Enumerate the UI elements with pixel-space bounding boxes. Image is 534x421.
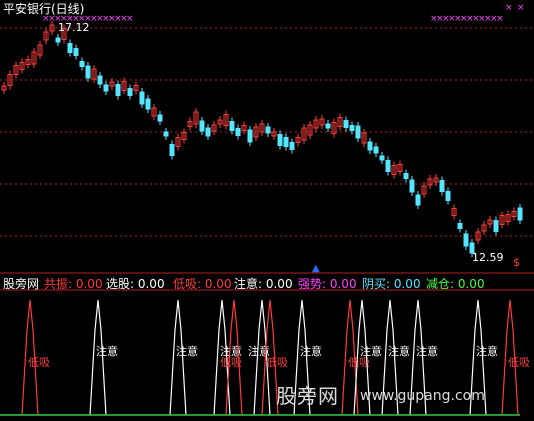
indicator-item[interactable]: 低吸: 0.00 — [173, 275, 232, 292]
signal-label: 低吸 — [220, 356, 242, 369]
candle-body — [55, 37, 61, 43]
candle-body — [247, 129, 253, 143]
candle-body — [403, 173, 409, 179]
high-price-label: 17.12 — [58, 21, 90, 34]
candle-body — [325, 123, 331, 129]
candle-body — [385, 160, 391, 172]
chart-canvas: ××××××××××××××× ××××××××××××× × 低吸注意 注意 注意低吸… — [0, 3, 534, 416]
signal-x-mark: × — [126, 14, 134, 24]
candle-body — [97, 75, 103, 85]
candle-body — [289, 142, 295, 150]
candle-body — [349, 125, 355, 131]
signal-label: 注意 — [176, 344, 198, 358]
signal-x-mark: × — [517, 3, 525, 13]
signal-x-mark: × — [496, 14, 504, 24]
candle-body — [463, 233, 469, 247]
candle-body — [163, 131, 169, 137]
candle-body — [283, 137, 289, 147]
indicator-item[interactable]: 强势: 0.00 — [298, 275, 357, 292]
signal-x-mark: × — [505, 3, 513, 13]
candle-body — [445, 191, 451, 201]
indicator-name[interactable]: 股旁网 — [3, 275, 39, 292]
signal-label: 注意 — [96, 344, 118, 358]
candle-body — [379, 155, 385, 161]
indicator-item[interactable]: 阴买: 0.00 — [362, 275, 421, 292]
candle-body — [139, 91, 145, 105]
candle-body — [73, 48, 79, 56]
signal-label: 低吸 — [266, 356, 288, 369]
candle-body — [103, 84, 109, 92]
candle-body — [205, 127, 211, 137]
low-price-label: 12.59 — [472, 251, 504, 264]
candle-body — [127, 88, 133, 96]
candle-body — [457, 223, 463, 229]
indicator-item[interactable]: 共振: 0.00 — [44, 275, 103, 292]
candle-body — [343, 120, 349, 128]
candle-body — [373, 146, 379, 154]
signal-label: 注意 — [360, 344, 382, 358]
candle-body — [355, 125, 361, 139]
candle-body — [85, 65, 91, 79]
chart-title: 平安银行(日线) — [3, 2, 85, 16]
indicator-item[interactable]: 减仓: 0.00 — [426, 275, 485, 292]
candle-body — [517, 207, 523, 221]
indicator-item[interactable]: 注意: 0.00 — [234, 275, 293, 292]
indicator-item[interactable]: 选股: 0.00 — [106, 275, 165, 292]
signal-label: 低吸 — [508, 356, 530, 369]
signal-label: 注意 — [388, 344, 410, 358]
candle-body — [277, 134, 283, 146]
candle-body — [415, 194, 421, 206]
candle-body — [199, 120, 205, 132]
watermark-url: www.gupang.com — [360, 388, 485, 404]
candle-body — [145, 98, 151, 110]
candle-body — [67, 43, 73, 53]
watermark-logo: 股旁网 — [276, 384, 339, 408]
candle-body — [409, 179, 415, 193]
candle-body — [493, 220, 499, 232]
candle-body — [157, 114, 163, 122]
dollar-sign-icon[interactable]: $ — [513, 256, 520, 269]
candle-body — [439, 180, 445, 192]
candle-body — [367, 141, 373, 151]
signal-label: 低吸 — [28, 356, 50, 369]
candle-body — [115, 84, 121, 96]
signal-label: 注意 — [416, 344, 438, 358]
candle-body — [169, 144, 175, 156]
signal-label: 注意 — [476, 344, 498, 358]
candle-body — [229, 121, 235, 131]
scroll-marker-icon[interactable]: ▲ — [312, 263, 320, 274]
candle-body — [79, 61, 85, 67]
candle-body — [265, 126, 271, 134]
indicator-bar: 股旁网 共振: 0.00 选股: 0.00 低吸: 0.00 注意: 0.00 强势: … — [0, 274, 534, 292]
candle-body — [235, 128, 241, 136]
signal-label: 注意 — [300, 344, 322, 358]
